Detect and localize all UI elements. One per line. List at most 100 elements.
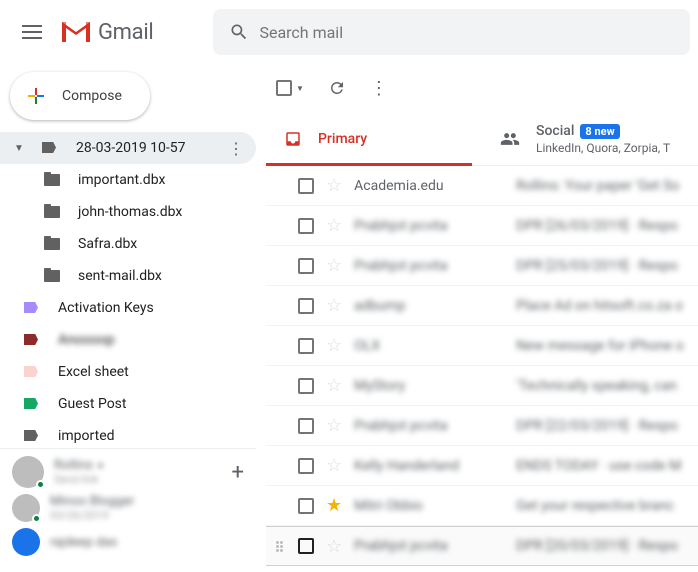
avatar <box>12 528 40 556</box>
tab-sub: LinkedIn, Quora, Zorpia, T <box>536 141 670 155</box>
subject: New message for iPhone o <box>516 338 698 354</box>
gmail-logo[interactable]: Gmail <box>56 20 153 45</box>
sidebar-label[interactable]: Activation Keys <box>0 292 256 324</box>
avatar <box>12 456 44 488</box>
row-checkbox[interactable] <box>298 538 314 554</box>
email-row[interactable]: ☆Academia.eduRollins: Your paper 'Get So <box>266 166 698 206</box>
star-icon[interactable]: ☆ <box>326 175 342 196</box>
compose-button[interactable]: Compose <box>10 72 150 120</box>
caret-down-icon: ▼ <box>296 84 304 93</box>
sidebar-file[interactable]: Safra.dbx <box>0 228 256 260</box>
more-icon[interactable]: ⋮ <box>228 139 244 158</box>
search-bar[interactable] <box>213 9 690 55</box>
sidebar-label[interactable]: Excel sheet <box>0 356 256 388</box>
subject: Rollins: Your paper 'Get So <box>516 178 698 194</box>
label-icon <box>24 366 40 378</box>
subject: DPR [25/03/2019] · Respo <box>516 258 698 274</box>
content-area: ▼ ⋮ Primary Social 8 new LinkedIn, Quora,… <box>256 64 698 572</box>
star-icon[interactable]: ☆ <box>326 415 342 436</box>
gmail-icon <box>60 20 92 44</box>
sender: Prabhjot pcvita <box>354 418 504 434</box>
subject: DPR [20/03/2019] · Respo <box>516 538 698 554</box>
label-icon <box>24 430 40 442</box>
row-checkbox[interactable] <box>298 418 314 434</box>
subject: Get your respective branc <box>516 498 698 514</box>
label-icon <box>24 334 40 346</box>
subject: 'Technically speaking, can <box>516 378 698 394</box>
folder-icon <box>44 270 60 282</box>
email-row[interactable]: ☆ MyStory 'Technically speaking, can <box>266 366 698 406</box>
hangouts-contact[interactable]: rajdeep das <box>0 525 256 559</box>
email-row[interactable]: ☆Prabhjot pcvitaDPR [20/03/2019] · Respo <box>266 526 698 566</box>
new-badge: 8 new <box>580 124 619 139</box>
hamburger-icon <box>22 25 42 39</box>
folder-label: 28-03-2019 10-57 <box>76 140 186 156</box>
subject: ENDS TODAY · use code M <box>516 458 698 474</box>
select-all-checkbox[interactable]: ▼ <box>276 80 304 96</box>
sidebar-label[interactable]: Guest Post <box>0 388 256 420</box>
expand-icon: ▼ <box>14 143 24 154</box>
tab-primary[interactable]: Primary <box>266 112 482 165</box>
drag-handle-icon <box>276 541 286 552</box>
hangouts-panel: Rollins ▼ Send link + Minoo Blogger03/26… <box>0 448 256 572</box>
search-input[interactable] <box>259 23 684 42</box>
toolbar: ▼ ⋮ <box>266 64 698 112</box>
star-icon[interactable]: ★ <box>326 495 342 516</box>
sidebar-file[interactable]: important.dbx <box>0 164 256 196</box>
sender: Mitri Obbio <box>354 498 504 514</box>
sender: MyStory <box>354 378 504 394</box>
email-row[interactable]: ☆Kelly HanderlandENDS TODAY · use code M <box>266 446 698 486</box>
sender: Prabhjot pcvita <box>354 258 504 274</box>
sidebar-folder-selected[interactable]: ▼ 28-03-2019 10-57 ⋮ <box>0 132 256 164</box>
sender: adbump <box>354 298 504 314</box>
hangouts-me[interactable]: Rollins ▼ Send link + <box>0 453 256 491</box>
email-list: ☆Academia.eduRollins: Your paper 'Get So… <box>266 166 698 572</box>
main-menu-button[interactable] <box>8 8 56 56</box>
sidebar-file[interactable]: sent-mail.dbx <box>0 260 256 292</box>
email-row[interactable]: ☆adbumpPlace Ad on hitsoft.co.za o <box>266 286 698 326</box>
tab-social[interactable]: Social 8 new LinkedIn, Quora, Zorpia, T <box>482 112 698 165</box>
sender: Prabhjot pcvita <box>354 218 504 234</box>
email-row[interactable]: ☆ Prabhjot pcvita DPR [26/03/2019] · Respo <box>266 206 698 246</box>
sidebar: Compose ▼ 28-03-2019 10-57 ⋮ important.d… <box>0 64 256 572</box>
folder-icon <box>44 238 60 250</box>
email-row[interactable]: ☆Prabhjot pcvitaDPR [22/03/2019] · Respo <box>266 406 698 446</box>
star-icon[interactable]: ☆ <box>326 375 342 396</box>
more-button[interactable]: ⋮ <box>370 78 388 99</box>
star-icon[interactable]: ☆ <box>326 215 342 236</box>
plus-icon <box>24 84 48 108</box>
row-checkbox[interactable] <box>298 378 314 394</box>
row-checkbox[interactable] <box>298 338 314 354</box>
email-row[interactable]: ☆ Prabhjot pcvita DPR [25/03/2019] · Respo <box>266 246 698 286</box>
sidebar-file[interactable]: john-thomas.dbx <box>0 196 256 228</box>
presence-dot <box>36 480 45 489</box>
email-row[interactable]: ★ Mitri Obbio Get your respective branc <box>266 486 698 526</box>
row-checkbox[interactable] <box>298 298 314 314</box>
compose-label: Compose <box>62 88 122 104</box>
star-icon[interactable]: ☆ <box>326 255 342 276</box>
star-icon[interactable]: ☆ <box>326 455 342 476</box>
tab-label: Social <box>536 123 574 139</box>
refresh-button[interactable] <box>328 79 346 97</box>
email-row[interactable]: ☆OLXNew message for iPhone o <box>266 326 698 366</box>
row-checkbox[interactable] <box>298 258 314 274</box>
star-icon[interactable]: ☆ <box>326 536 342 557</box>
new-chat-button[interactable]: + <box>232 460 244 485</box>
row-checkbox[interactable] <box>298 458 314 474</box>
star-icon[interactable]: ☆ <box>326 335 342 356</box>
subject: DPR [26/03/2019] · Respo <box>516 218 698 234</box>
people-icon <box>500 129 520 149</box>
search-icon <box>219 22 259 42</box>
label-icon <box>24 302 40 314</box>
logo-text: Gmail <box>98 20 153 45</box>
sidebar-label[interactable]: Anoooop <box>0 324 256 356</box>
star-icon[interactable]: ☆ <box>326 295 342 316</box>
hangouts-contact[interactable]: Minoo Blogger03/26/2019 <box>0 491 256 525</box>
presence-dot <box>32 514 41 523</box>
row-checkbox[interactable] <box>298 218 314 234</box>
row-checkbox[interactable] <box>298 178 314 194</box>
label-icon <box>42 142 58 154</box>
checkbox-icon <box>276 80 292 96</box>
row-checkbox[interactable] <box>298 498 314 514</box>
avatar <box>12 494 40 522</box>
